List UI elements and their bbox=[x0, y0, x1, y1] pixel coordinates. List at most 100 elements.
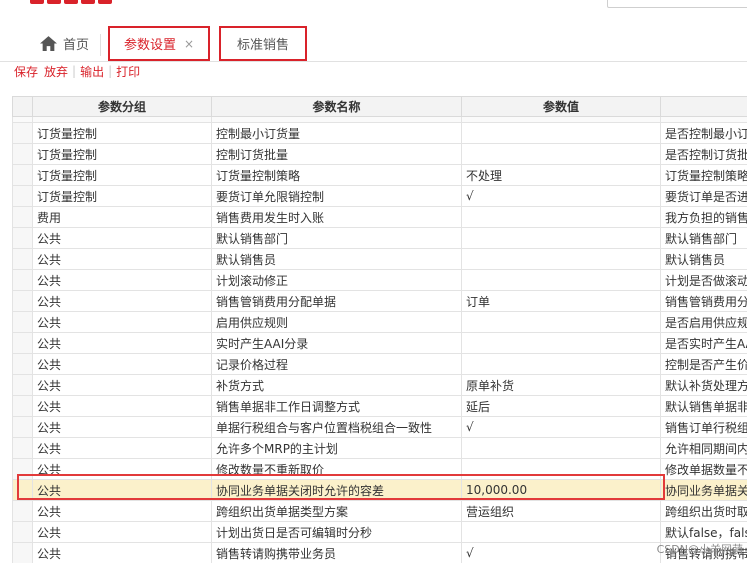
cell-group[interactable]: 公共 bbox=[32, 458, 212, 480]
cell-name[interactable]: 记录价格过程 bbox=[211, 353, 462, 375]
table-row[interactable]: 公共 补货方式 原单补货 默认补货处理方 bbox=[12, 374, 747, 396]
cell-group[interactable]: 公共 bbox=[32, 290, 212, 312]
cell-group[interactable]: 公共 bbox=[32, 248, 212, 270]
cell-group[interactable]: 公共 bbox=[32, 479, 212, 501]
table-row[interactable]: 订货量控制 控制最小订货量 是否控制最小订 bbox=[12, 122, 747, 144]
cell-desc[interactable]: 计划是否做滚动 bbox=[660, 269, 747, 291]
cell-desc[interactable]: 是否控制订货批 bbox=[660, 143, 747, 165]
cell-group[interactable]: 公共 bbox=[32, 437, 212, 459]
table-row[interactable]: 公共 默认销售员 默认销售员 bbox=[12, 248, 747, 270]
table-row[interactable]: 公共 跨组织出货单据类型方案 营运组织 跨组织出货时取 bbox=[12, 500, 747, 522]
cell-name[interactable]: 销售转请购携带业务员 bbox=[211, 542, 462, 563]
cell-name[interactable]: 计划滚动修正 bbox=[211, 269, 462, 291]
cell-name[interactable]: 协同业务单据关闭时允许的容差 bbox=[211, 479, 462, 501]
cell-value[interactable] bbox=[461, 248, 661, 270]
cell-name[interactable]: 要货订单允限销控制 bbox=[211, 185, 462, 207]
cell-group[interactable]: 费用 bbox=[32, 206, 212, 228]
cell-group[interactable]: 公共 bbox=[32, 332, 212, 354]
cell-group[interactable]: 订货量控制 bbox=[32, 164, 212, 186]
cell-value[interactable]: √ bbox=[461, 416, 661, 438]
cell-name[interactable]: 订货量控制策略 bbox=[211, 164, 462, 186]
cell-desc[interactable]: 修改单据数量不 bbox=[660, 458, 747, 480]
cell-value[interactable] bbox=[461, 353, 661, 375]
cell-desc[interactable]: 协同业务单据关 bbox=[660, 479, 747, 501]
column-header-value[interactable]: 参数值 bbox=[461, 96, 661, 117]
column-header-group[interactable]: 参数分组 bbox=[32, 96, 212, 117]
table-row[interactable]: 公共 计划滚动修正 计划是否做滚动 bbox=[12, 269, 747, 291]
cell-value[interactable] bbox=[461, 122, 661, 144]
cell-value[interactable]: 延后 bbox=[461, 395, 661, 417]
cell-name[interactable]: 默认销售员 bbox=[211, 248, 462, 270]
table-row[interactable]: 公共 销售单据非工作日调整方式 延后 默认销售单据非 bbox=[12, 395, 747, 417]
cell-value[interactable]: √ bbox=[461, 542, 661, 563]
cell-desc[interactable]: 默认补货处理方 bbox=[660, 374, 747, 396]
cell-value[interactable]: 营运组织 bbox=[461, 500, 661, 522]
cell-name[interactable]: 单据行税组合与客户位置档税组合一致性 bbox=[211, 416, 462, 438]
cell-group[interactable]: 公共 bbox=[32, 500, 212, 522]
cell-name[interactable]: 计划出货日是否可编辑时分秒 bbox=[211, 521, 462, 543]
cell-name[interactable]: 跨组织出货单据类型方案 bbox=[211, 500, 462, 522]
cell-desc[interactable]: 销售订单行税组 bbox=[660, 416, 747, 438]
cell-desc[interactable]: 是否控制最小订 bbox=[660, 122, 747, 144]
cell-desc[interactable]: 跨组织出货时取 bbox=[660, 500, 747, 522]
cell-name[interactable]: 修改数量不重新取价 bbox=[211, 458, 462, 480]
cell-value[interactable] bbox=[461, 437, 661, 459]
table-row[interactable]: 公共 允许多个MRP的主计划 允许相同期间内 bbox=[12, 437, 747, 459]
cell-value[interactable] bbox=[461, 143, 661, 165]
table-row[interactable]: 公共 启用供应规则 是否启用供应规 bbox=[12, 311, 747, 333]
cell-name[interactable]: 默认销售部门 bbox=[211, 227, 462, 249]
cell-value[interactable]: 不处理 bbox=[461, 164, 661, 186]
table-row[interactable]: 公共 实时产生AAI分录 是否实时产生AA bbox=[12, 332, 747, 354]
cell-name[interactable]: 控制订货批量 bbox=[211, 143, 462, 165]
table-row[interactable]: 公共 销售转请购携带业务员 √ 销售转请购携带 bbox=[12, 542, 747, 563]
cell-desc[interactable]: 默认false，false bbox=[660, 521, 747, 543]
cell-name[interactable]: 销售费用发生时入账 bbox=[211, 206, 462, 228]
table-row[interactable]: 订货量控制 要货订单允限销控制 √ 要货订单是否进 bbox=[12, 185, 747, 207]
cell-group[interactable]: 公共 bbox=[32, 353, 212, 375]
cell-name[interactable]: 允许多个MRP的主计划 bbox=[211, 437, 462, 459]
cell-name[interactable]: 实时产生AAI分录 bbox=[211, 332, 462, 354]
cell-value[interactable] bbox=[461, 311, 661, 333]
cell-desc[interactable]: 订货量控制策略 bbox=[660, 164, 747, 186]
column-header-desc[interactable] bbox=[660, 96, 747, 117]
cell-group[interactable]: 订货量控制 bbox=[32, 122, 212, 144]
table-row[interactable]: 公共计划出货日是否可编辑时分秒 默认false，false bbox=[12, 521, 747, 543]
cell-group[interactable]: 订货量控制 bbox=[32, 185, 212, 207]
column-header-name[interactable]: 参数名称 bbox=[211, 96, 462, 117]
cell-value[interactable] bbox=[461, 521, 661, 543]
cell-desc[interactable]: 我方负担的销售 bbox=[660, 206, 747, 228]
tab-home[interactable]: 首页 bbox=[40, 26, 89, 61]
cell-desc[interactable]: 默认销售部门 bbox=[660, 227, 747, 249]
cell-group[interactable]: 公共 bbox=[32, 374, 212, 396]
table-row[interactable]: 订货量控制 控制订货批量 是否控制订货批 bbox=[12, 143, 747, 165]
close-icon[interactable]: × bbox=[184, 37, 194, 51]
cell-name[interactable]: 启用供应规则 bbox=[211, 311, 462, 333]
table-row[interactable]: 费用 销售费用发生时入账 我方负担的销售 bbox=[12, 206, 747, 228]
cell-desc[interactable]: 销售管销费用分 bbox=[660, 290, 747, 312]
table-row[interactable]: 公共 默认销售部门 默认销售部门 bbox=[12, 227, 747, 249]
cell-value[interactable] bbox=[461, 206, 661, 228]
cell-name[interactable]: 控制最小订货量 bbox=[211, 122, 462, 144]
cell-name[interactable]: 销售单据非工作日调整方式 bbox=[211, 395, 462, 417]
cell-desc[interactable]: 允许相同期间内 bbox=[660, 437, 747, 459]
cell-group[interactable]: 公共 bbox=[32, 395, 212, 417]
cell-value[interactable] bbox=[461, 458, 661, 480]
cell-group[interactable]: 公共 bbox=[32, 416, 212, 438]
table-row[interactable]: 公共 修改数量不重新取价 修改单据数量不 bbox=[12, 458, 747, 480]
cell-group[interactable]: 公共 bbox=[32, 521, 212, 543]
top-dropdown-box[interactable] bbox=[607, 0, 747, 8]
cell-name[interactable]: 补货方式 bbox=[211, 374, 462, 396]
cell-value[interactable]: 订单 bbox=[461, 290, 661, 312]
cell-value[interactable] bbox=[461, 227, 661, 249]
tab-standard-sales[interactable]: 标准销售 bbox=[219, 26, 307, 61]
export-button[interactable]: 输出 bbox=[80, 63, 104, 80]
cell-desc[interactable]: 要货订单是否进 bbox=[660, 185, 747, 207]
cell-group[interactable]: 订货量控制 bbox=[32, 143, 212, 165]
save-button[interactable]: 保存 bbox=[14, 63, 38, 80]
cell-desc[interactable]: 默认销售单据非 bbox=[660, 395, 747, 417]
cell-value[interactable] bbox=[461, 332, 661, 354]
print-button[interactable]: 打印 bbox=[116, 63, 140, 80]
table-row[interactable]: 公共 单据行税组合与客户位置档税组合一致性 √ 销售订单行税组 bbox=[12, 416, 747, 438]
table-row[interactable]: 公共 记录价格过程 控制是否产生价 bbox=[12, 353, 747, 375]
cell-desc[interactable]: 是否实时产生AA bbox=[660, 332, 747, 354]
